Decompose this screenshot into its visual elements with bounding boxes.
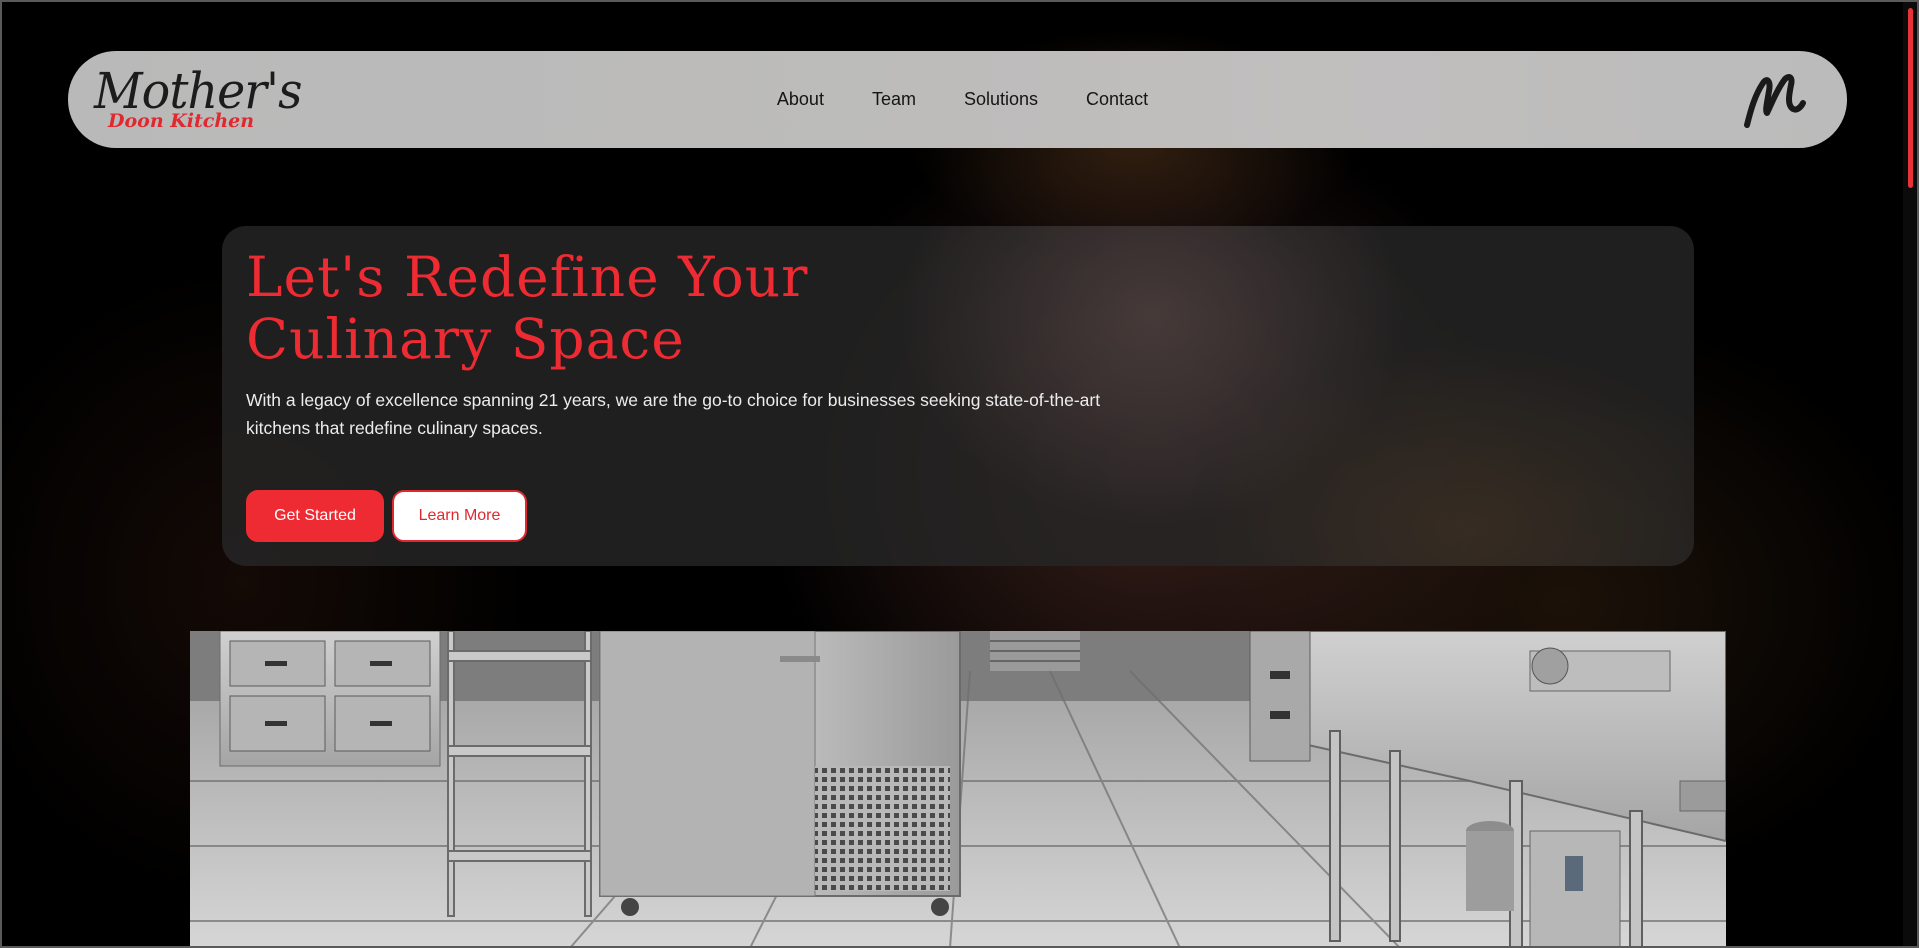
nav-link-solutions[interactable]: Solutions	[964, 89, 1038, 110]
nav-link-contact[interactable]: Contact	[1086, 89, 1148, 110]
m-monogram-icon[interactable]	[1741, 65, 1809, 133]
commercial-kitchen-photo	[190, 631, 1726, 946]
hero-card: Let's Redefine Your Culinary Space With …	[222, 226, 1694, 566]
nav-link-about[interactable]: About	[777, 89, 824, 110]
hero-title: Let's Redefine Your Culinary Space	[246, 245, 809, 371]
navbar: Mother's Doon Kitchen About Team Solutio…	[68, 51, 1847, 148]
hero-description: With a legacy of excellence spanning 21 …	[246, 390, 1101, 438]
scrollbar-thumb[interactable]	[1908, 8, 1913, 188]
learn-more-button[interactable]: Learn More	[392, 490, 527, 542]
scrollbar[interactable]	[1903, 2, 1917, 946]
nav-link-team[interactable]: Team	[872, 89, 916, 110]
page: Mother's Doon Kitchen About Team Solutio…	[0, 0, 1919, 948]
get-started-button[interactable]: Get Started	[246, 490, 384, 542]
nav-menu: About Team Solutions Contact	[68, 51, 1847, 148]
